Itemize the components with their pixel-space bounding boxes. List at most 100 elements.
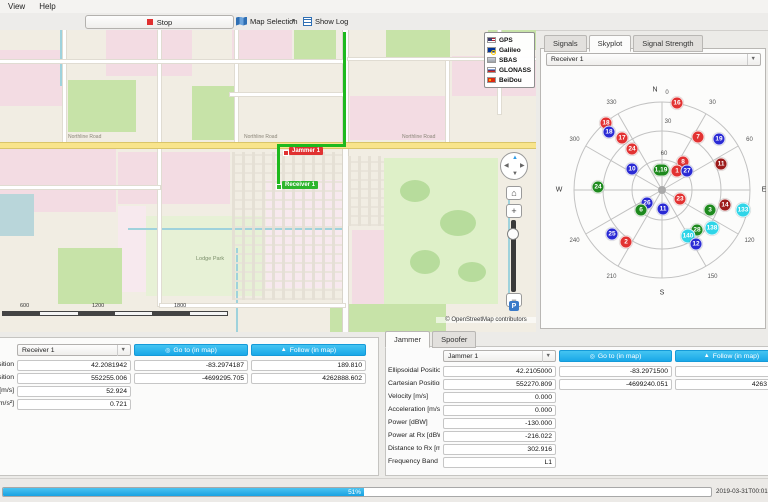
- field-label: Cartesian Position: [388, 380, 440, 390]
- field-value[interactable]: 42.2105000: [443, 366, 556, 377]
- field-value[interactable]: 552255.006: [17, 373, 131, 384]
- chevron-down-icon: ▼: [542, 351, 551, 362]
- map-feature: [118, 152, 230, 204]
- receiver-marker-label[interactable]: Receiver 1: [282, 181, 318, 189]
- map-selection-dropdown-arrow[interactable]: ▾: [292, 17, 295, 24]
- skyplot-angle-label: 60: [746, 137, 753, 143]
- tab-signals[interactable]: Signals: [544, 35, 587, 52]
- field-label: Cartesian Position: [0, 374, 14, 384]
- pan-left-icon[interactable]: ◀: [504, 163, 509, 169]
- map-feature: [118, 206, 146, 292]
- field-value[interactable]: 4262888.602: [251, 373, 366, 384]
- map-zoom-slider-handle[interactable]: [507, 228, 519, 240]
- skyplot-angle-label: 0: [665, 90, 668, 96]
- field-value[interactable]: 552270.809: [443, 379, 556, 390]
- jammer-follow-button[interactable]: ▲ Follow (in map): [675, 350, 768, 362]
- menu-item-help[interactable]: Help: [39, 2, 55, 11]
- legend-item-glonass: GLONASS: [487, 65, 532, 75]
- field-value[interactable]: 4263: [675, 379, 768, 390]
- tab-skyplot[interactable]: Skyplot: [589, 35, 632, 52]
- map-feature: [446, 58, 449, 142]
- field-value[interactable]: -83.2974187: [134, 360, 248, 371]
- field-value[interactable]: 302.916: [443, 444, 556, 455]
- sbas-flag-icon: [487, 57, 496, 63]
- map-legend: GPSGalileoSBASGLONASSBeiDou: [484, 32, 535, 88]
- field-value[interactable]: 52.924: [17, 386, 131, 397]
- field-value[interactable]: -83.2971500: [559, 366, 672, 377]
- show-log-button[interactable]: Show Log: [303, 15, 348, 27]
- field-value[interactable]: 0.000: [443, 392, 556, 403]
- field-value[interactable]: 0.000: [443, 405, 556, 416]
- receiver-goto-button[interactable]: ◎ Go to (in map): [134, 344, 248, 356]
- map-view[interactable]: Northline Road Northline Road Northline …: [0, 30, 536, 332]
- map-attribution[interactable]: © OpenStreetMap contributors: [436, 317, 536, 323]
- map-zoom-in-button[interactable]: +: [506, 204, 522, 218]
- jammer-goto-button[interactable]: ◎ Go to (in map): [559, 350, 672, 362]
- satellite-galileo-6: 6: [635, 204, 648, 217]
- field-value[interactable]: [675, 366, 768, 377]
- map-scale-bar: 60012001800: [2, 302, 228, 320]
- follow-icon: ▲: [704, 353, 710, 359]
- skyplot-receiver-select[interactable]: Receiver 1 ▼: [546, 53, 761, 66]
- skyplot-angle-label: 120: [744, 238, 754, 244]
- field-label: Velocity [m/s]: [388, 393, 440, 403]
- map-feature: [230, 93, 345, 96]
- skyplot-receiver-select-value: Receiver 1: [551, 56, 584, 63]
- road-label: Northline Road: [402, 134, 435, 140]
- satellite-glonass-2: 2: [620, 236, 633, 249]
- map-selection-button[interactable]: Map Selection: [236, 15, 298, 27]
- pan-right-icon[interactable]: ▶: [520, 163, 525, 169]
- jammer-select[interactable]: Jammer 1 ▼: [443, 350, 556, 362]
- jammer-marker-label[interactable]: Jammer 1: [289, 147, 323, 155]
- map-home-button[interactable]: ⌂: [506, 186, 522, 200]
- field-value[interactable]: L1: [443, 457, 556, 468]
- jammer-tab-bar: JammerSpoofer: [385, 330, 478, 347]
- field-row: Velocity [m/s]0.000: [388, 392, 768, 403]
- jammer-panel: Jammer 1 ▼ ◎ Go to (in map) ▲ Follow (in…: [385, 346, 768, 476]
- field-value[interactable]: -4699295.705: [134, 373, 248, 384]
- map-feature: [0, 194, 34, 236]
- progress-label: 51%: [348, 489, 364, 496]
- map-feature: [232, 152, 342, 300]
- tab-jammer[interactable]: Jammer: [385, 331, 430, 348]
- field-row: Acceleration [m/s²]0.721: [0, 399, 378, 410]
- legend-label: GLONASS: [499, 67, 531, 74]
- legend-label: BeiDou: [499, 77, 522, 84]
- satellite-glonass-23: 23: [674, 193, 687, 206]
- receiver-follow-button[interactable]: ▲ Follow (in map): [251, 344, 366, 356]
- stop-button[interactable]: Stop: [85, 15, 234, 29]
- satellite-galileo-3: 3: [704, 204, 717, 217]
- field-value[interactable]: -130.000: [443, 418, 556, 429]
- map-feature: [348, 156, 384, 226]
- field-value[interactable]: -216.022: [443, 431, 556, 442]
- map-feature: [277, 144, 280, 187]
- field-value[interactable]: 189.810: [251, 360, 366, 371]
- field-value[interactable]: 0.721: [17, 399, 131, 410]
- pan-up-icon[interactable]: ▲: [512, 155, 518, 161]
- receiver-select[interactable]: Receiver 1 ▼: [17, 344, 131, 356]
- ru-flag-icon: [487, 67, 496, 73]
- field-value[interactable]: -4699240.051: [559, 379, 672, 390]
- skyplot: NESW030601201502102403003303060161818177…: [540, 70, 768, 310]
- map-feature: [58, 248, 122, 304]
- tab-signal-strength[interactable]: Signal Strength: [633, 35, 702, 52]
- skyplot-elevation-label: 60: [661, 151, 668, 157]
- map-feature: [60, 30, 62, 86]
- field-value[interactable]: 42.2081942: [17, 360, 131, 371]
- map-feature: [440, 210, 476, 236]
- pan-down-icon[interactable]: ▼: [512, 171, 518, 177]
- field-row: Distance to Rx [m]302.916: [388, 444, 768, 455]
- field-label: Acceleration [m/s²]: [388, 406, 440, 416]
- field-row: Cartesian Position552255.006-4699295.705…: [0, 373, 378, 384]
- skyplot-east-label: E: [762, 187, 767, 194]
- receiver-panel: Receiver 1 ▼ ◎ Go to (in map) ▲ Follow (…: [0, 337, 379, 476]
- tab-spoofer[interactable]: Spoofer: [432, 331, 476, 348]
- field-row: Acceleration [m/s²]0.000: [388, 405, 768, 416]
- map-pan-control[interactable]: ▲ ▼ ◀ ▶: [500, 152, 528, 180]
- menu-item-view[interactable]: View: [8, 2, 25, 11]
- goto-icon: ◎: [590, 353, 595, 360]
- field-label: Acceleration [m/s²]: [0, 400, 14, 410]
- toolbar: Stop Map Selection ▾ Show Log: [0, 13, 768, 31]
- field-row: Power [dBW]-130.000: [388, 418, 768, 429]
- show-log-label: Show Log: [315, 17, 348, 26]
